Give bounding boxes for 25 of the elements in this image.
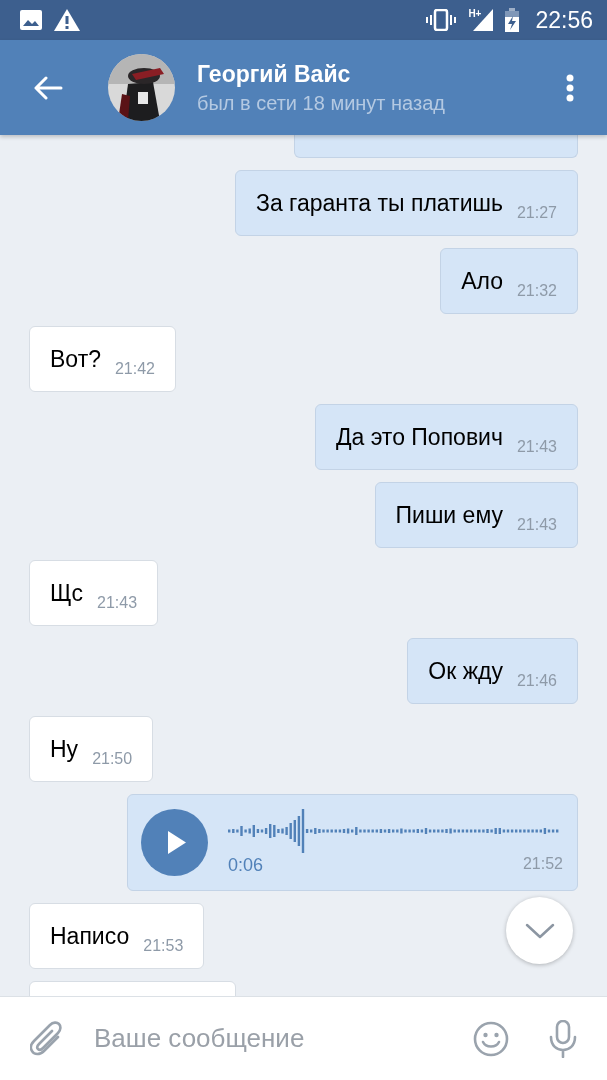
message-time: 21:52 — [522, 855, 563, 874]
network-type: H+ — [468, 9, 482, 19]
last-seen-status: был в сети 18 минут назад — [197, 91, 446, 115]
message-time: 21:50 — [92, 749, 133, 769]
message-time: 21:27 — [516, 203, 557, 223]
message-time: 21:43 — [516, 515, 557, 535]
message-time: 21:32 — [516, 281, 557, 301]
message-time: 21:42 — [114, 359, 155, 379]
message-time: 21:53 — [143, 936, 184, 956]
message-text: Ало — [461, 267, 503, 296]
message-text: Ну — [50, 735, 79, 764]
clock-time: 22:56 — [535, 6, 593, 34]
message-text: Вот? — [50, 345, 101, 374]
message-text: Написо — [50, 922, 130, 951]
contact-name: Георгий Вайс — [197, 60, 352, 88]
message-text: Да это Попович — [335, 423, 503, 452]
voice-duration: 0:06 — [228, 855, 264, 876]
message-time: 21:46 — [516, 671, 557, 691]
message-text: Щс — [50, 579, 84, 608]
message-text: Пиши ему — [395, 501, 503, 530]
message-input-field[interactable]: Ваше сообщение — [94, 1023, 443, 1054]
message-time: 21:43 — [97, 593, 138, 613]
message-text: Ок жду — [428, 657, 503, 686]
message-time: 21:43 — [516, 437, 557, 457]
message-text: За гаранта ты платишь — [256, 189, 503, 218]
